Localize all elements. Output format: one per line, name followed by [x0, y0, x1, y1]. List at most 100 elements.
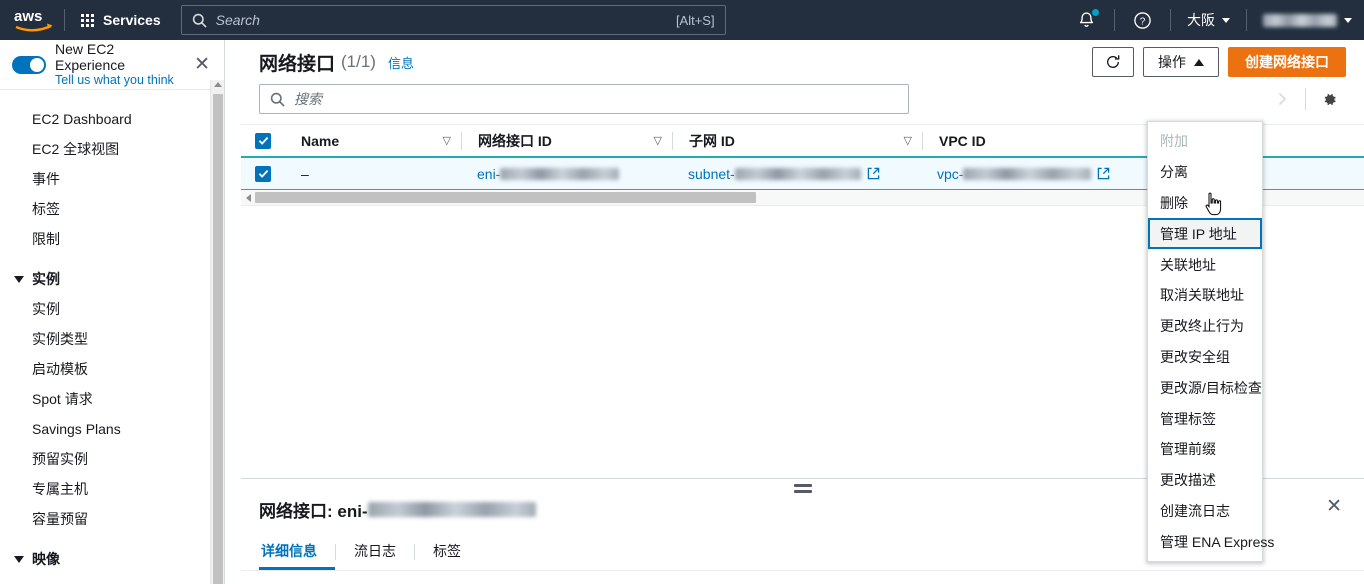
sidebar-item-7[interactable]: 实例类型 [0, 324, 224, 354]
column-header-eni-id[interactable]: 网络接口 ID ▽ [462, 124, 672, 158]
subnet-id-redacted [734, 167, 861, 180]
sidebar-item-11[interactable]: 预留实例 [0, 444, 224, 474]
sidebar-item-6[interactable]: 实例 [0, 294, 224, 324]
column-header-subnet-id[interactable]: 子网 ID ▽ [673, 124, 922, 158]
external-link-icon[interactable] [867, 167, 880, 180]
actions-label: 操作 [1158, 54, 1186, 70]
menu-item-3[interactable]: 管理 IP 地址 [1148, 218, 1262, 250]
row-checkbox[interactable] [255, 165, 271, 182]
menu-item-2[interactable]: 删除 [1148, 188, 1262, 219]
sort-icon[interactable]: ▽ [654, 134, 662, 147]
sidebar-item-0[interactable]: EC2 Dashboard [0, 104, 224, 134]
sort-icon[interactable]: ▽ [443, 134, 451, 147]
subnet-id-link[interactable]: subnet- [688, 166, 735, 182]
menu-item-13[interactable]: 管理 ENA Express [1148, 526, 1274, 557]
detail-title-redacted [367, 502, 536, 517]
sidebar-item-3[interactable]: 标签 [0, 194, 224, 224]
vpc-id-redacted [963, 167, 1092, 180]
menu-item-1[interactable]: 分离 [1148, 157, 1262, 188]
menu-item-11[interactable]: 更改描述 [1148, 465, 1262, 496]
tab-flow-logs[interactable]: 流日志 [336, 541, 414, 570]
account-menu[interactable] [1251, 0, 1364, 40]
region-selector[interactable]: 大阪 [1175, 0, 1242, 40]
sidebar-item-label: 标签 [32, 201, 60, 217]
row-select-cell [241, 158, 285, 190]
close-icon[interactable]: ✕ [190, 53, 214, 76]
new-experience-feedback-link[interactable]: Tell us what you think [55, 73, 181, 87]
svg-text:aws: aws [14, 8, 42, 25]
create-network-interface-button[interactable]: 创建网络接口 [1228, 47, 1346, 77]
sidebar-group-5[interactable]: 实例 [0, 264, 224, 294]
column-header-vpc-id[interactable]: VPC ID ▽ [923, 124, 1172, 158]
menu-item-7[interactable]: 更改安全组 [1148, 342, 1262, 373]
actions-dropdown-button[interactable]: 操作 [1143, 47, 1219, 77]
menu-item-5[interactable]: 取消关联地址 [1148, 280, 1262, 311]
notifications-button[interactable] [1063, 0, 1110, 40]
top-nav-right-cluster: ? 大阪 [1063, 0, 1364, 40]
menu-item-label: 创建流日志 [1160, 502, 1230, 519]
search-icon [270, 92, 285, 107]
chevron-left-icon[interactable] [246, 193, 251, 202]
sort-icon[interactable]: ▽ [904, 134, 912, 147]
sidebar-item-10[interactable]: Savings Plans [0, 414, 224, 444]
detail-title-prefix: 网络接口: eni- [259, 502, 368, 521]
help-button[interactable]: ? [1119, 0, 1166, 40]
page-title: 网络接口 [259, 53, 336, 75]
tab-details[interactable]: 详细信息 [259, 541, 335, 570]
refresh-icon [1107, 55, 1120, 68]
services-menu-button[interactable]: Services [69, 0, 173, 40]
next-page-button[interactable] [1265, 84, 1299, 114]
menu-item-label: 更改终止行为 [1160, 318, 1244, 335]
close-icon[interactable]: ✕ [1318, 491, 1350, 522]
sidebar-item-13[interactable]: 容量预留 [0, 504, 224, 534]
menu-item-9[interactable]: 管理标签 [1148, 403, 1262, 434]
page-count: (1/1) [341, 52, 376, 71]
toolbar-divider [1305, 88, 1306, 110]
nav-divider [1170, 9, 1171, 31]
drag-handle-icon[interactable] [793, 484, 812, 496]
region-label: 大阪 [1187, 12, 1215, 28]
info-link[interactable]: 信息 [388, 53, 414, 72]
sidebar-group-14[interactable]: 映像 [0, 544, 224, 574]
chevron-up-icon[interactable] [214, 82, 222, 87]
menu-item-6[interactable]: 更改终止行为 [1148, 311, 1262, 342]
vpc-id-link[interactable]: vpc- [937, 166, 963, 182]
sidebar-scrollbar[interactable] [210, 80, 224, 584]
sidebar-item-2[interactable]: 事件 [0, 164, 224, 194]
column-label: Name [301, 132, 340, 149]
aws-logo[interactable]: aws [0, 7, 60, 33]
sidebar-item-12[interactable]: 专属主机 [0, 474, 224, 504]
menu-item-12[interactable]: 创建流日志 [1148, 496, 1262, 527]
horizontal-scrollbar-thumb[interactable] [255, 192, 756, 203]
global-search-input[interactable]: Search [Alt+S] [180, 5, 726, 35]
menu-item-label: 删除 [1160, 194, 1188, 211]
menu-item-label: 关联地址 [1160, 256, 1216, 273]
table-settings-button[interactable] [1312, 84, 1346, 114]
sidebar-item-9[interactable]: Spot 请求 [0, 384, 224, 414]
top-navigation-bar: aws Services Search [Alt+S] ? 大阪 [0, 0, 1364, 40]
menu-item-8[interactable]: 更改源/目标检查 [1148, 372, 1262, 403]
menu-item-label: 管理 IP 地址 [1160, 225, 1237, 242]
cell-eni-id[interactable]: eni- [461, 158, 672, 190]
column-header-name[interactable]: Name ▽ [285, 124, 461, 158]
table-search-input[interactable]: 搜索 [259, 84, 909, 114]
refresh-button[interactable] [1092, 47, 1134, 77]
page-header: 网络接口 (1/1) 信息 操作 创建网络接口 [241, 40, 1364, 84]
select-all-checkbox[interactable] [255, 132, 271, 149]
new-experience-toggle[interactable] [12, 55, 46, 74]
menu-item-10[interactable]: 管理前缀 [1148, 434, 1262, 465]
cell-subnet-id[interactable]: subnet- [672, 158, 921, 190]
sidebar-scrollbar-thumb[interactable] [213, 94, 223, 584]
cell-vpc-id[interactable]: vpc- [921, 158, 1170, 190]
sidebar-item-label: EC2 全球视图 [32, 141, 120, 157]
svg-text:?: ? [1140, 16, 1146, 27]
tab-tags[interactable]: 标签 [415, 541, 479, 570]
sidebar-item-8[interactable]: 启动模板 [0, 354, 224, 384]
sidebar-item-1[interactable]: EC2 全球视图 [0, 134, 224, 164]
menu-item-4[interactable]: 关联地址 [1148, 249, 1262, 280]
eni-id-link[interactable]: eni- [477, 166, 500, 182]
external-link-icon[interactable] [1097, 167, 1110, 180]
sidebar-item-label: 实例类型 [32, 331, 88, 347]
sidebar-item-4[interactable]: 限制 [0, 224, 224, 254]
actions-dropdown-menu: 附加 分离 删除 管理 IP 地址 关联地址 取消关联地址 更改终止行为 更改安全组 更改源/目… [1147, 121, 1274, 563]
